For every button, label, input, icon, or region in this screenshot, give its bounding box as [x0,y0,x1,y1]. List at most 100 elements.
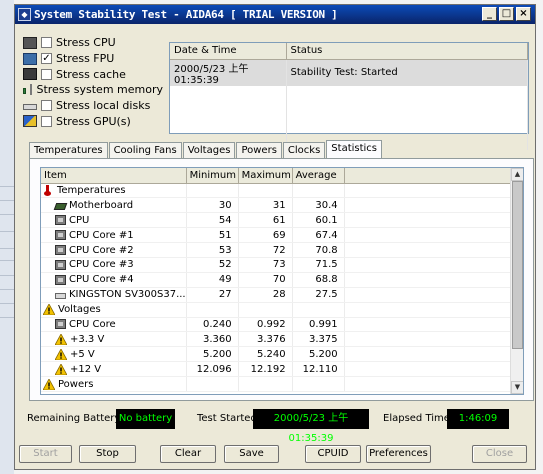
test-started-display: 2000/5/23 上午 01:35:39 [253,409,369,444]
table-row[interactable]: CPU Core #2 53 72 70.8 [41,242,512,258]
row-spacer [344,272,512,288]
scroll-thumb[interactable] [512,181,523,349]
disk-icon [23,104,37,111]
row-label: Powers [58,378,94,390]
tab-powers[interactable]: Powers [236,142,282,158]
stress-option-0[interactable]: Stress CPU [23,35,163,51]
stress-option-3[interactable]: Stress system memory [23,82,163,98]
stress-option-label: Stress cache [56,67,126,81]
row-spacer [344,331,512,348]
clear-button[interactable]: Clear [160,445,216,463]
battery-display: No battery [116,409,175,429]
row-avg [292,376,345,392]
stress-checkbox[interactable] [41,68,52,80]
row-spacer [344,183,512,199]
col-header-item[interactable]: Item [41,168,187,184]
stress-option-1[interactable]: ✓ Stress FPU [23,51,163,67]
stop-button[interactable]: Stop [79,445,136,463]
memory-icon [23,88,26,95]
row-avg: 30.4 [292,197,345,214]
stress-checkbox[interactable]: ✓ [41,53,52,65]
stress-option-label: Stress GPU(s) [56,114,131,128]
col-header-average[interactable]: Average [292,168,345,184]
close-button[interactable]: Close [472,445,527,463]
stress-options: Stress CPU ✓ Stress FPU Stress cache Stress … [23,35,163,129]
warning-icon [55,363,67,375]
save-button[interactable]: Save [224,445,279,463]
stress-checkbox[interactable] [41,37,52,49]
table-row[interactable]: +5 V 5.200 5.240 5.200 [41,346,512,363]
log-row[interactable]: 2000/5/23 上午 01:35:39 Stability Test: St… [170,59,528,86]
disk-drive-icon [55,293,66,300]
statistics-grid[interactable]: Item Minimum Maximum Average Temperature… [40,167,524,395]
col-header-minimum[interactable]: Minimum [186,168,239,184]
table-row[interactable]: CPU Core #3 52 73 71.5 [41,257,512,273]
fpu-icon [23,52,37,65]
tab-clocks[interactable]: Clocks [282,142,326,158]
row-avg: 5.200 [292,346,345,363]
group-row[interactable]: Powers [41,376,512,392]
warning-icon [43,304,55,316]
vertical-scrollbar[interactable]: ▲ ▼ [510,168,523,394]
scroll-up-icon[interactable]: ▲ [511,168,523,181]
preferences-button[interactable]: Preferences [366,445,431,463]
log-header-status[interactable]: Status [286,43,528,60]
event-log[interactable]: Date & Time Status 2000/5/23 上午 01:35:39… [169,42,529,150]
row-max: 0.992 [238,317,293,333]
table-row[interactable]: Motherboard 30 31 30.4 [41,197,512,214]
row-avg: 71.5 [292,257,345,273]
status-bar: Remaining Battery: No battery Test Start… [15,409,535,444]
stress-option-5[interactable]: Stress GPU(s) [23,113,163,129]
col-header-maximum[interactable]: Maximum [238,168,293,184]
tab-strip: Temperatures Cooling Fans Voltages Powers Cl… [29,140,383,158]
table-row[interactable]: CPU Core #4 49 70 68.8 [41,272,512,288]
tab-temperatures[interactable]: Temperatures [29,142,108,158]
close-window-button[interactable]: × [516,7,531,21]
table-row[interactable]: +3.3 V 3.360 3.376 3.375 [41,331,512,348]
tab-statistics[interactable]: Statistics [326,140,383,158]
cpu-chip-icon [55,245,66,255]
cpu-chip-icon [55,215,66,226]
row-min [186,302,239,318]
row-label: Voltages [58,304,101,316]
table-row[interactable]: CPU Core #1 51 69 67.4 [41,227,512,244]
button-bar: Start Stop Clear Save CPUID Preferences … [15,445,535,465]
maximize-button[interactable]: □ [499,7,514,21]
log-header-datetime[interactable]: Date & Time [170,43,287,60]
row-max [238,302,293,318]
row-avg: 60.1 [292,212,345,229]
tab-cooling-fans[interactable]: Cooling Fans [108,142,182,158]
row-max: 28 [238,287,293,303]
stress-checkbox[interactable] [41,100,52,112]
thermometer-icon [43,185,54,197]
group-row[interactable]: Voltages [41,302,512,318]
stress-option-4[interactable]: Stress local disks [23,98,163,114]
row-max: 61 [238,212,293,229]
start-button[interactable]: Start [19,445,72,463]
warning-icon [55,348,67,360]
cpu-chip-icon [55,319,66,330]
stress-checkbox[interactable] [41,115,52,127]
row-label: CPU Core #2 [69,244,134,256]
table-row[interactable]: KINGSTON SV300S37... 27 28 27.5 [41,287,512,303]
row-min: 53 [186,242,239,258]
stress-option-2[interactable]: Stress cache [23,66,163,82]
tab-voltages[interactable]: Voltages [182,142,236,158]
scroll-down-icon[interactable]: ▼ [511,381,523,394]
table-row[interactable]: CPU Core 0.240 0.992 0.991 [41,317,512,333]
cpuid-button[interactable]: CPUID [305,445,361,463]
table-row[interactable]: CPU 54 61 60.1 [41,212,512,229]
table-row[interactable]: +12 V 12.096 12.192 12.110 [41,361,512,378]
warning-icon [55,333,67,345]
row-min: 54 [186,212,239,229]
elapsed-time-label: Elapsed Time: [383,413,454,424]
group-row[interactable]: Temperatures [41,183,512,199]
minimize-button[interactable]: _ [482,7,497,21]
window-title: System Stability Test - AIDA64 [ TRIAL V… [34,8,338,21]
stress-checkbox[interactable] [29,84,33,96]
row-spacer [344,242,512,258]
row-label: +5 V [70,348,95,360]
stability-test-window: ◆ System Stability Test - AIDA64 [ TRIAL… [14,4,536,470]
row-label: Temperatures [57,184,126,196]
row-min: 27 [186,287,239,303]
